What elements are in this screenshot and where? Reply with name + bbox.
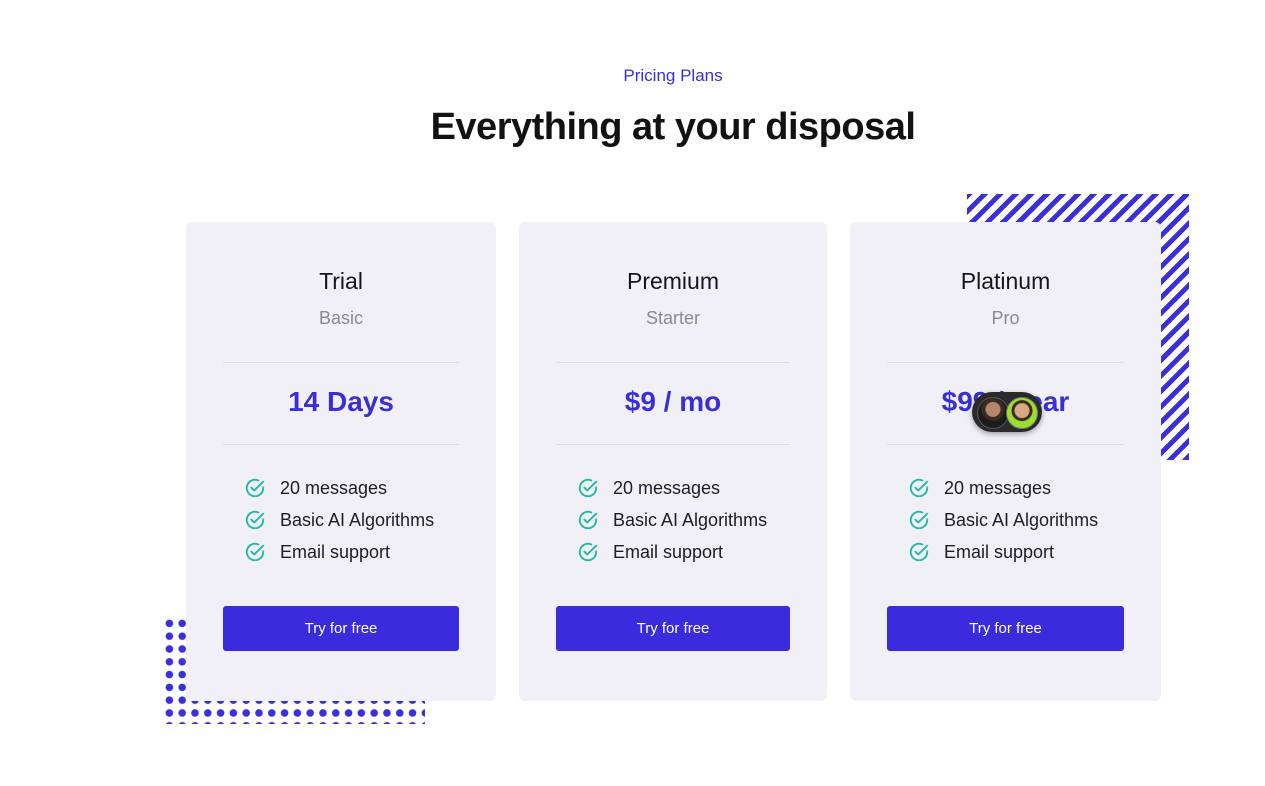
feature-item: Email support — [577, 536, 767, 568]
avatar[interactable] — [1006, 397, 1038, 429]
divider — [223, 362, 459, 363]
plan-name: Trial — [319, 268, 363, 294]
check-circle-icon — [578, 478, 598, 498]
section-eyebrow: Pricing Plans — [623, 66, 723, 85]
feature-item: 20 messages — [908, 472, 1098, 504]
divider — [556, 362, 790, 363]
feature-item: Basic AI Algorithms — [908, 504, 1098, 536]
feature-item: Basic AI Algorithms — [244, 504, 434, 536]
check-circle-icon — [909, 542, 929, 562]
section-title: Everything at your disposal — [430, 106, 916, 148]
plan-price: $9 / mo — [624, 386, 722, 417]
feature-list: 20 messages Basic AI Algorithms Email su… — [908, 472, 1098, 568]
check-circle-icon — [909, 510, 929, 530]
check-circle-icon — [578, 542, 598, 562]
feature-list: 20 messages Basic AI Algorithms Email su… — [244, 472, 434, 568]
feature-item: Email support — [244, 536, 434, 568]
feature-list: 20 messages Basic AI Algorithms Email su… — [577, 472, 767, 568]
feature-label: Email support — [613, 541, 724, 562]
feature-label: Basic AI Algorithms — [944, 509, 1099, 530]
plan-subtitle: Basic — [318, 308, 363, 328]
feature-item: Basic AI Algorithms — [577, 504, 767, 536]
feature-label: 20 messages — [944, 477, 1052, 498]
try-for-free-button[interactable]: Try for free — [887, 606, 1124, 651]
plan-subtitle: Starter — [645, 308, 701, 328]
try-for-free-button[interactable]: Try for free — [556, 606, 790, 651]
feature-item: 20 messages — [244, 472, 434, 504]
check-circle-icon — [245, 510, 265, 530]
feature-label: 20 messages — [613, 477, 721, 498]
avatar[interactable] — [977, 397, 1009, 429]
feature-label: Basic AI Algorithms — [613, 509, 768, 530]
pricing-card-premium: Premium Starter $9 / mo 20 messages Basi… — [519, 222, 827, 701]
try-for-free-button[interactable]: Try for free — [223, 606, 459, 651]
pricing-card-platinum: Platinum Pro $99 / year 20 messages Basi… — [850, 222, 1161, 701]
divider — [223, 444, 459, 445]
plan-name: Premium — [626, 268, 719, 294]
feature-item: Email support — [908, 536, 1098, 568]
feature-label: Email support — [280, 541, 391, 562]
plan-price: 14 Days — [288, 386, 394, 417]
check-circle-icon — [909, 478, 929, 498]
plan-subtitle: Pro — [991, 308, 1020, 328]
feature-label: Basic AI Algorithms — [280, 509, 435, 530]
feature-item: 20 messages — [577, 472, 767, 504]
divider — [887, 362, 1124, 363]
plan-name: Platinum — [960, 268, 1051, 294]
check-circle-icon — [578, 510, 598, 530]
pricing-card-trial: Trial Basic 14 Days 20 messages Basic AI… — [186, 222, 496, 701]
check-circle-icon — [245, 478, 265, 498]
feature-label: 20 messages — [280, 477, 388, 498]
feature-label: Email support — [944, 541, 1055, 562]
check-circle-icon — [245, 542, 265, 562]
divider — [556, 444, 790, 445]
collaborator-avatars[interactable] — [972, 392, 1042, 432]
divider — [887, 444, 1124, 445]
